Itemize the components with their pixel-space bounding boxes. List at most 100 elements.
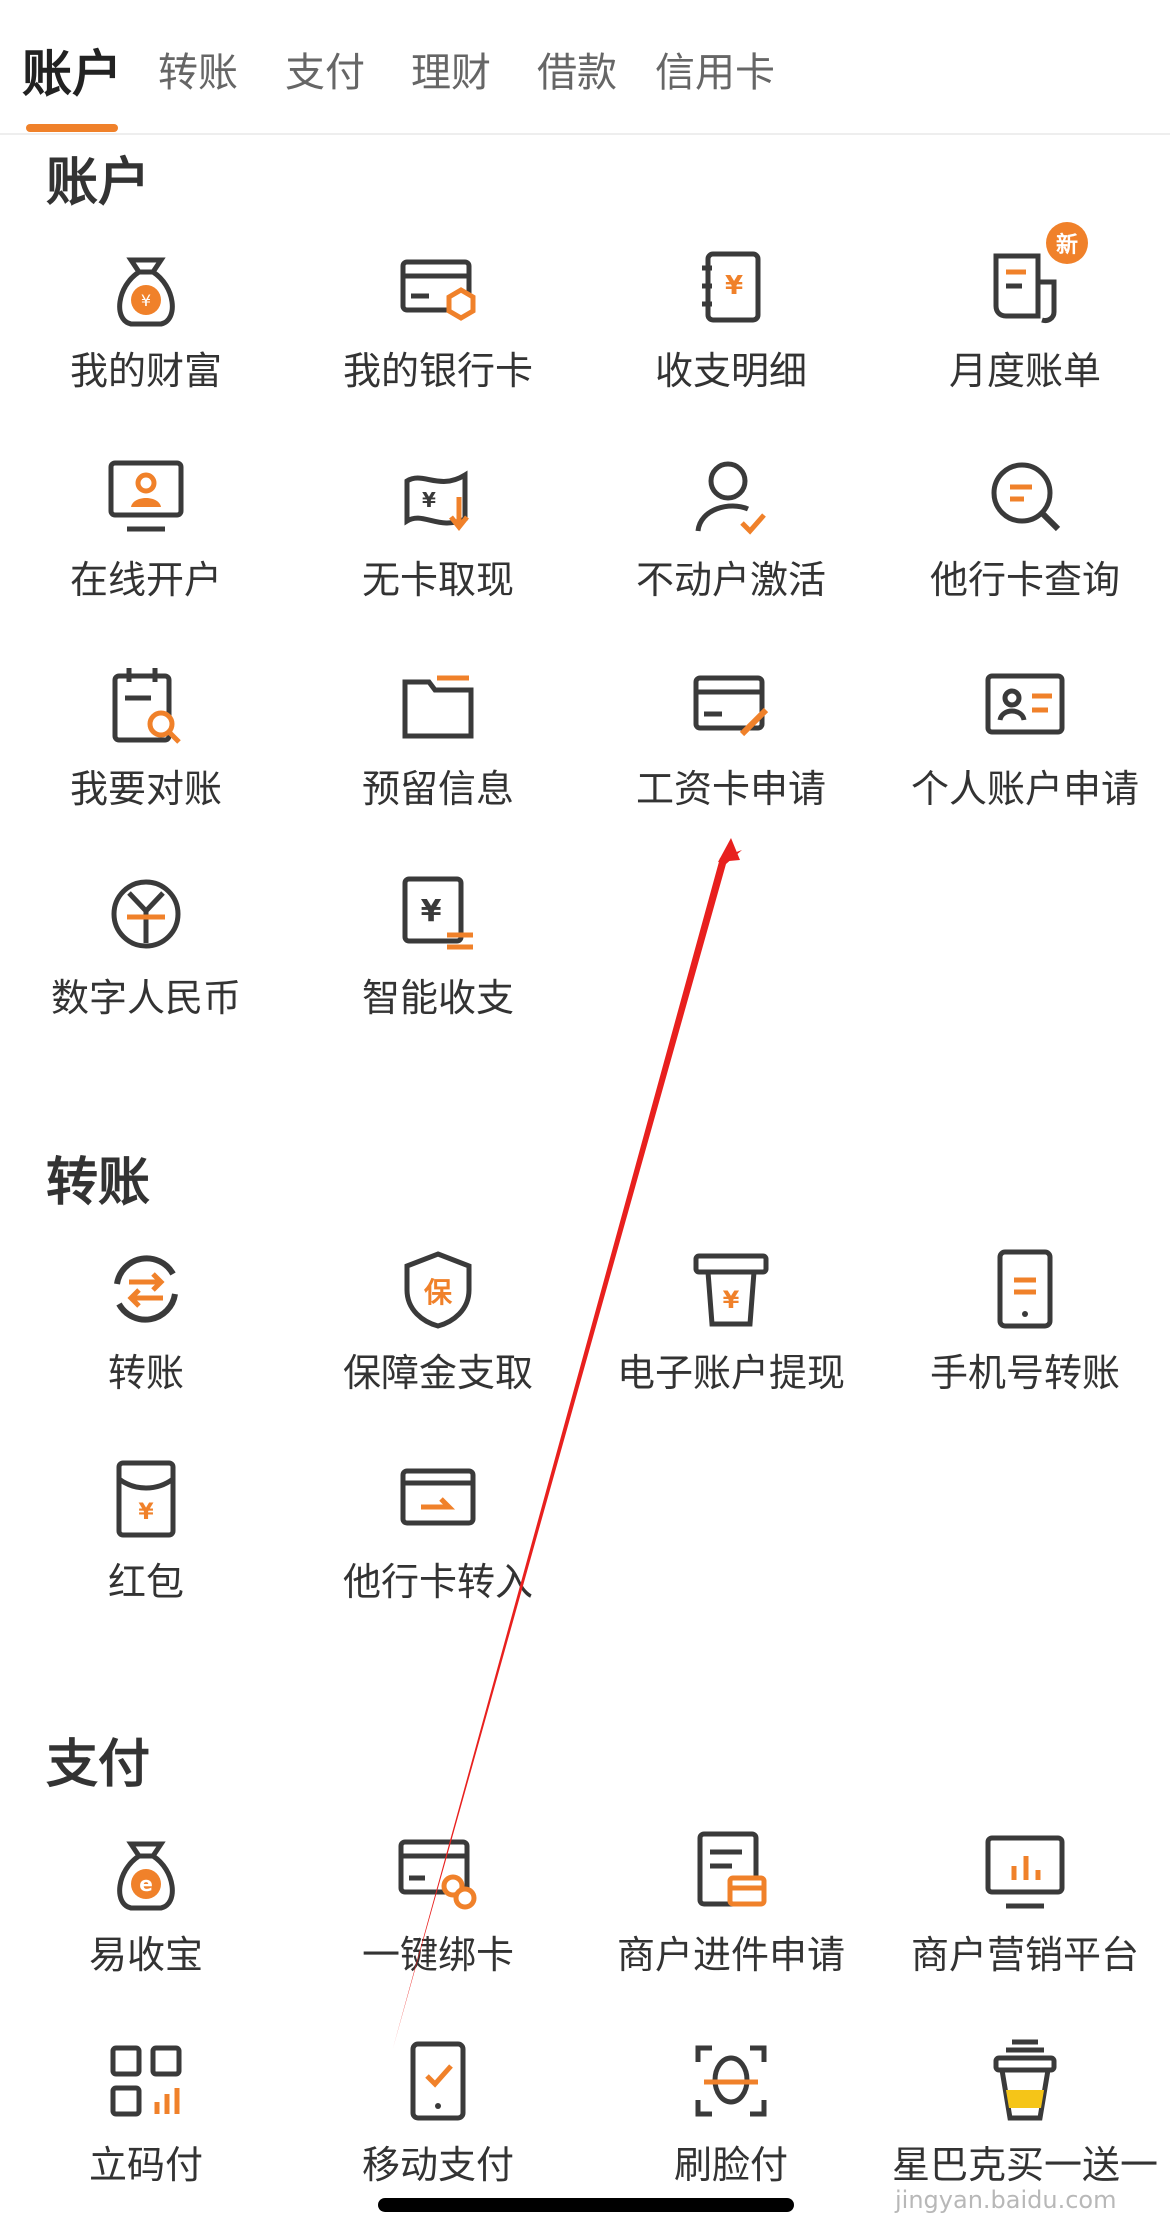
monitor-user-icon (101, 451, 191, 541)
grid-item[interactable]: ¥ 收支明细 (585, 232, 877, 412)
section-title: 支付 (46, 1735, 151, 1795)
digital-yuan-icon (101, 869, 191, 959)
grid-item[interactable]: 商户营销平台 (879, 1816, 1170, 1996)
grid-item-label: 红包 (107, 1560, 184, 1604)
phone-transfer-icon (980, 1244, 1070, 1334)
grid-item-label: 刷脸付 (673, 2143, 788, 2187)
grid-item-label: 转账 (107, 1351, 184, 1395)
grid-item[interactable]: ¥ 无卡取现 (292, 441, 584, 621)
grid-item[interactable]: 移动支付 (292, 2026, 584, 2206)
grid-item-label: 智能收支 (361, 976, 514, 1020)
card-link-icon (393, 1826, 483, 1916)
tab-0[interactable]: 账户 (22, 34, 122, 106)
grid-item-label: 移动支付 (361, 2143, 514, 2187)
tab-1[interactable]: 转账 (158, 40, 238, 98)
grid-item[interactable]: 预留信息 (292, 650, 584, 830)
grid-item[interactable]: ¥ 智能收支 (292, 859, 584, 1039)
grid-item[interactable]: 一键绑卡 (292, 1816, 584, 1996)
tab-4[interactable]: 借款 (537, 40, 617, 98)
grid-item-label: 电子账户提现 (616, 1351, 845, 1395)
svg-text:¥: ¥ (723, 1286, 740, 1314)
svg-text:e: e (139, 1872, 153, 1896)
grid-item-label: 数字人民币 (50, 976, 241, 1020)
smart-ledger-icon: ¥ (393, 869, 483, 959)
grid-item-label: 工资卡申请 (635, 767, 826, 811)
grid-item[interactable]: 保保障金支取 (292, 1234, 584, 1414)
grid-item-label: 他行卡转入 (342, 1560, 533, 1604)
grid-item[interactable]: 他行卡查询 (879, 441, 1170, 621)
bank-card-icon (393, 242, 483, 332)
grid-item-label: 我的银行卡 (342, 349, 533, 393)
tab-2[interactable]: 支付 (285, 40, 365, 98)
grid-item[interactable]: 我的银行卡 (292, 232, 584, 412)
top-tab-bar: 账户 转账 支付 理财 借款 信用卡 (0, 0, 1170, 135)
tab-5[interactable]: 信用卡 (655, 40, 775, 98)
grid-item-label: 个人账户申请 (910, 767, 1139, 811)
svg-text:¥: ¥ (421, 894, 442, 929)
watermark-text: jingyan.baidu.com (895, 2186, 1117, 2214)
grid-item-label: 星巴克买一送一 (891, 2143, 1158, 2187)
grid-item[interactable]: 个人账户申请 (879, 650, 1170, 830)
transfer-icon (101, 1244, 191, 1334)
grid-item-label: 预留信息 (361, 767, 514, 811)
grid-item-label: 一键绑卡 (361, 1933, 514, 1977)
grid-item[interactable]: 我要对账 (0, 650, 292, 830)
chart-monitor-icon (980, 1826, 1070, 1916)
grid-item[interactable]: 工资卡申请 (585, 650, 877, 830)
svg-text:¥: ¥ (141, 291, 151, 310)
mobile-pay-icon (393, 2036, 483, 2126)
grid-item[interactable]: e 易收宝 (0, 1816, 292, 1996)
svg-text:¥: ¥ (422, 488, 436, 512)
grid-item[interactable]: 刷脸付 (585, 2026, 877, 2206)
grid-item-label: 商户营销平台 (910, 1933, 1139, 1977)
grid-item[interactable]: 数字人民币 (0, 859, 292, 1039)
money-bag-icon: ¥ (101, 242, 191, 332)
grid-item-label: 易收宝 (88, 1933, 203, 1977)
grid-item[interactable]: 新月度账单 (879, 222, 1170, 412)
grid-item-label: 我的财富 (69, 349, 222, 393)
grid-item[interactable]: ¥ 红包 (0, 1443, 292, 1623)
grid-item-label: 保障金支取 (342, 1351, 533, 1395)
new-badge: 新 (1046, 222, 1088, 264)
ledger-icon: ¥ (686, 242, 776, 332)
grid-item[interactable]: 不动户激活 (585, 441, 877, 621)
merchant-apply-icon (686, 1826, 776, 1916)
svg-text:¥: ¥ (138, 1500, 154, 1525)
calendar-search-icon (101, 660, 191, 750)
monthly-bill-icon: 新 (980, 222, 1088, 332)
grid-item[interactable]: 手机号转账 (879, 1234, 1170, 1414)
active-tab-underline (26, 124, 118, 132)
card-edit-icon (686, 660, 776, 750)
section-title: 转账 (46, 1153, 151, 1213)
grid-item[interactable]: 立码付 (0, 2026, 292, 2206)
e-bag-icon: e (101, 1826, 191, 1916)
face-scan-icon (686, 2036, 776, 2126)
grid-item[interactable]: 转账 (0, 1234, 292, 1414)
grid-item[interactable]: 星巴克买一送一 (879, 2026, 1170, 2206)
search-chat-icon (980, 451, 1070, 541)
svg-text:保: 保 (424, 1276, 453, 1309)
grid-item-label: 无卡取现 (361, 558, 514, 602)
svg-text:¥: ¥ (725, 271, 743, 301)
cash-withdraw-icon: ¥ (393, 451, 483, 541)
grid-item[interactable]: 他行卡转入 (292, 1443, 584, 1623)
grid-item-label: 立码付 (88, 2143, 203, 2187)
grid-item[interactable]: ¥ 我的财富 (0, 232, 292, 412)
atm-receipt-icon: ¥ (686, 1244, 776, 1334)
grid-item-label: 不动户激活 (635, 558, 826, 602)
grid-item[interactable]: ¥ 电子账户提现 (585, 1234, 877, 1414)
grid-item[interactable]: 商户进件申请 (585, 1816, 877, 1996)
red-packet-icon: ¥ (101, 1453, 191, 1543)
coffee-cup-icon (980, 2036, 1070, 2126)
qr-code-icon (101, 2036, 191, 2126)
user-check-icon (686, 451, 776, 541)
grid-item-label: 手机号转账 (929, 1351, 1120, 1395)
grid-item-label: 收支明细 (654, 349, 807, 393)
grid-item-label: 月度账单 (948, 349, 1101, 393)
tab-3[interactable]: 理财 (411, 40, 491, 98)
grid-item-label: 商户进件申请 (616, 1933, 845, 1977)
home-indicator[interactable] (378, 2198, 794, 2212)
section-title: 账户 (46, 153, 151, 213)
grid-item[interactable]: 在线开户 (0, 441, 292, 621)
id-card-icon (980, 660, 1070, 750)
